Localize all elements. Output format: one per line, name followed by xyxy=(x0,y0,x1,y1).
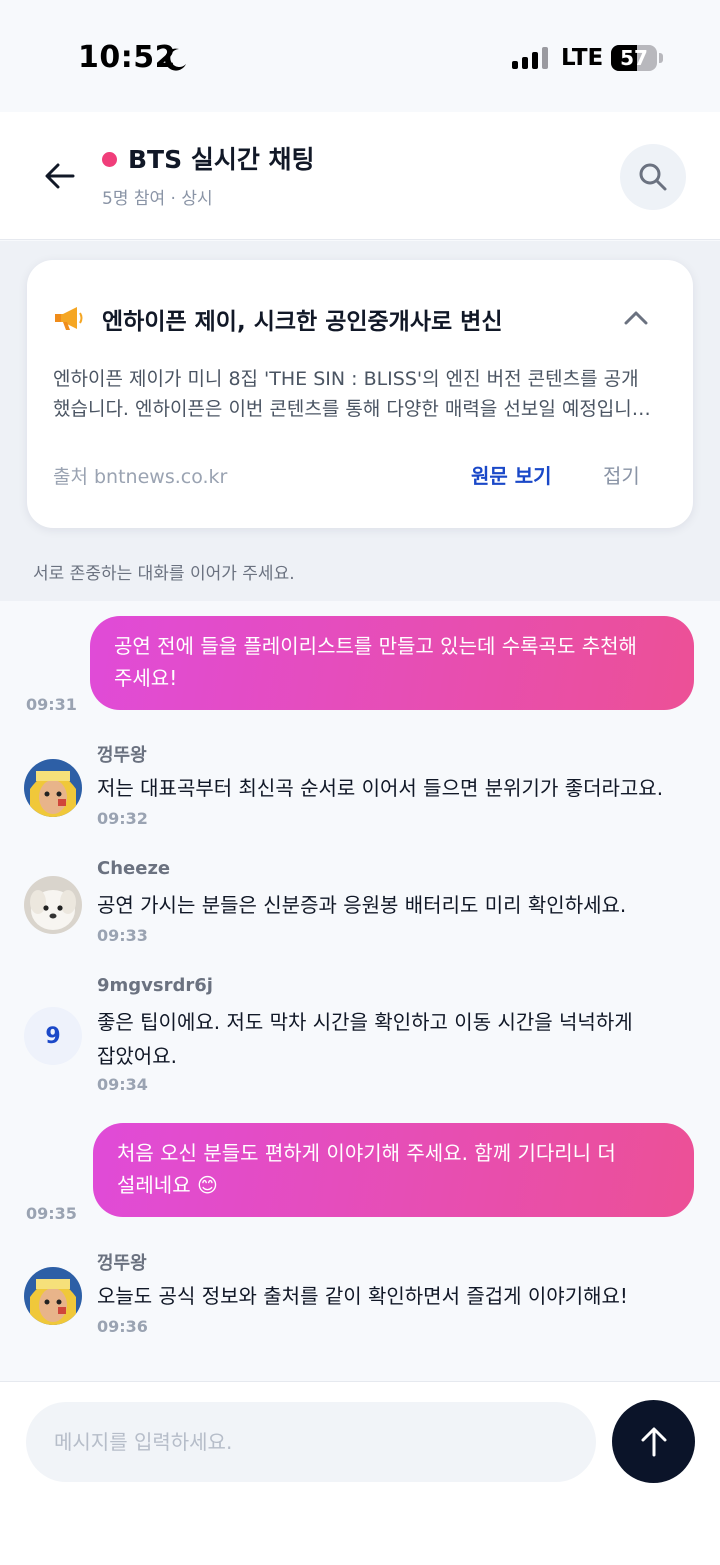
back-arrow-icon xyxy=(45,163,75,189)
incoming-message: 9 9mgvsrdr6j 좋은 팁이에요. 저도 막차 시간을 확인하고 이동 … xyxy=(24,975,704,1105)
message-text: 오늘도 공식 정보와 출처를 같이 확인하면서 즐겁게 이야기해요! xyxy=(97,1284,628,1308)
message-time: 09:31 xyxy=(26,695,77,714)
message-composer xyxy=(0,1381,720,1565)
message-text: 처음 오신 분들도 편하게 이야기해 주세요. 함께 기다리니 더 설레네요 😊 xyxy=(117,1141,616,1197)
megaphone-icon xyxy=(55,307,83,330)
notice-title: 엔하이픈 제이, 시크한 공인중개사로 변신 xyxy=(102,309,503,335)
status-bar: 10:52 LTE 57 xyxy=(0,0,720,112)
message-text: 공연 가시는 분들은 신분증과 응원봉 배터리도 미리 확인하세요. xyxy=(97,893,627,917)
message-time: 09:36 xyxy=(97,1317,148,1336)
message-text: 저는 대표곡부터 최신곡 순서로 이어서 들으면 분위기가 좋더라고요. xyxy=(97,776,664,800)
battery-cap xyxy=(659,53,663,63)
message-time: 09:35 xyxy=(26,1204,77,1223)
outgoing-message-bubble: 공연 전에 들을 플레이리스트를 만들고 있는데 수록곡도 추천해 주세요! xyxy=(90,616,694,710)
sender-name: 9mgvsrdr6j xyxy=(97,975,213,996)
chat-header: BTS 실시간 채팅 5명 참여 · 상시 xyxy=(0,112,720,240)
sender-name: Cheeze xyxy=(97,858,171,879)
message-input[interactable] xyxy=(26,1402,596,1482)
search-button[interactable] xyxy=(620,144,686,210)
avatar-letter: 9 xyxy=(45,1023,61,1049)
participant-count: 5명 참여 · 상시 xyxy=(102,189,213,209)
battery-percent: 57 xyxy=(620,46,648,70)
incoming-message: 껑뚜왕 저는 대표곡부터 최신곡 순서로 이어서 들으면 분위기가 좋더라고요.… xyxy=(24,741,704,837)
message-text: 좋은 팁이에요. 저도 막차 시간을 확인하고 이동 시간을 넉넉하게 잡았어요… xyxy=(97,1010,633,1068)
notice-body-line: 했습니다. 엔하이픈은 이번 콘텐츠를 통해 다양한 매력을 선보일 예정입니… xyxy=(53,398,651,420)
chat-guideline: 서로 존중하는 대화를 이어가 주세요. xyxy=(33,564,295,584)
network-label: LTE xyxy=(561,45,604,71)
message-time: 09:32 xyxy=(97,809,148,828)
notice-card: 엔하이픈 제이, 시크한 공인중개사로 변신 엔하이픈 제이가 미니 8집 'T… xyxy=(27,260,693,528)
outgoing-message-bubble: 처음 오신 분들도 편하게 이야기해 주세요. 함께 기다리니 더 설레네요 😊 xyxy=(93,1123,694,1217)
moon-icon xyxy=(164,48,186,71)
notice-section: 엔하이픈 제이, 시크한 공인중개사로 변신 엔하이픈 제이가 미니 8집 'T… xyxy=(0,241,720,601)
notice-source: 출처 bntnews.co.kr xyxy=(53,466,228,488)
avatar-image xyxy=(24,759,82,817)
battery-icon: 57 xyxy=(611,45,657,71)
avatar-image xyxy=(24,876,82,934)
view-original-link[interactable]: 원문 보기 xyxy=(471,460,552,489)
back-button[interactable] xyxy=(36,152,84,200)
arrow-up-icon xyxy=(641,1427,666,1456)
incoming-message: 껑뚜왕 오늘도 공식 정보와 출처를 같이 확인하면서 즐겁게 이야기해요! 0… xyxy=(24,1249,704,1345)
message-time: 09:33 xyxy=(97,926,148,945)
chevron-up-icon[interactable] xyxy=(621,304,651,330)
message-list[interactable]: 공연 전에 들을 플레이리스트를 만들고 있는데 수록곡도 추천해 주세요! 0… xyxy=(0,601,720,1381)
letter-avatar[interactable]: 9 xyxy=(24,1007,82,1065)
incoming-message: Cheeze 공연 가시는 분들은 신분증과 응원봉 배터리도 미리 확인하세요… xyxy=(24,858,704,954)
live-indicator xyxy=(102,152,117,167)
signal-icon xyxy=(512,47,548,69)
message-time: 09:34 xyxy=(97,1075,148,1094)
anime-avatar[interactable] xyxy=(24,1267,82,1325)
sender-name: 껑뚜왕 xyxy=(97,1253,147,1274)
notice-body-line: 엔하이픈 제이가 미니 8집 'THE SIN : BLISS'의 엔진 버전 … xyxy=(53,368,639,390)
dog-avatar[interactable] xyxy=(24,876,82,934)
avatar-image xyxy=(24,1267,82,1325)
search-icon xyxy=(639,163,667,191)
message-text: 공연 전에 들을 플레이리스트를 만들고 있는데 수록곡도 추천해 주세요! xyxy=(114,634,637,690)
send-button[interactable] xyxy=(612,1400,695,1483)
sender-name: 껑뚜왕 xyxy=(97,745,147,766)
anime-avatar[interactable] xyxy=(24,759,82,817)
notice-body: 엔하이픈 제이가 미니 8집 'THE SIN : BLISS'의 엔진 버전 … xyxy=(53,364,673,424)
page-title: BTS 실시간 채팅 xyxy=(128,145,315,174)
fold-button[interactable]: 접기 xyxy=(603,460,640,489)
